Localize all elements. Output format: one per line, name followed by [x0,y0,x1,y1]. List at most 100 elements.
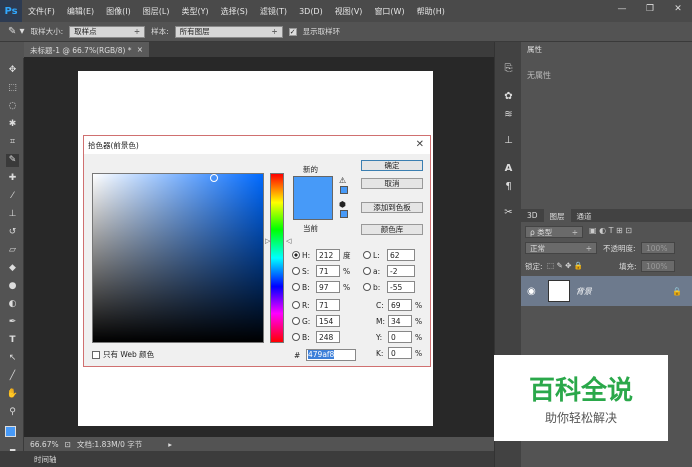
menu-filter[interactable]: 滤镜(T) [254,6,293,17]
paragraph-icon[interactable]: ¶ [502,180,515,193]
menu-window[interactable]: 窗口(W) [368,6,410,17]
lock-icons[interactable]: ⬚ ✎ ✥ 🔒 [547,261,583,270]
brush-preset-icon[interactable]: ≋ [502,108,515,121]
blend-mode-select[interactable]: 正常 ÷ [525,242,597,254]
menu-select[interactable]: 选择(S) [215,6,254,17]
move-tool-icon[interactable]: ✥ [6,64,19,77]
s-radio[interactable] [292,267,300,275]
blue-input[interactable]: 248 [316,331,340,343]
foreground-color-swatch[interactable] [5,426,16,437]
export-icon[interactable]: ⊡ [65,440,71,449]
cancel-button[interactable]: 取消 [361,178,423,189]
fill-input[interactable]: 100% [641,260,675,272]
slider-left-arrow-icon[interactable]: ▷ [265,237,270,245]
clone-source-icon[interactable]: ⊥ [502,134,515,147]
history-brush-tool-icon[interactable]: ↺ [6,226,19,239]
current-color-swatch[interactable] [293,198,333,220]
m-input[interactable]: 34 [388,315,412,327]
l-input[interactable]: 62 [387,249,415,261]
menu-3d[interactable]: 3D(D) [293,7,329,16]
magic-wand-tool-icon[interactable]: ✱ [6,118,19,131]
c-input[interactable]: 69 [388,299,412,311]
arrow-right-icon[interactable]: ▸ [168,440,172,449]
web-only-checkbox[interactable] [92,350,100,359]
a-radio[interactable] [363,267,371,275]
character-icon[interactable]: A [502,162,515,175]
eraser-tool-icon[interactable]: ▱ [6,244,19,257]
healing-brush-tool-icon[interactable]: ✚ [6,172,19,185]
b-input[interactable]: 97 [316,281,340,293]
menu-edit[interactable]: 编辑(E) [61,6,100,17]
show-ring-checkbox[interactable]: ✓ [288,27,297,36]
sample-select[interactable]: 所有图层 ÷ [174,25,283,38]
color-libraries-button[interactable]: 颜色库 [361,224,423,235]
gamut-color-swatch[interactable] [340,186,348,194]
blue-radio[interactable] [292,333,300,341]
hand-tool-icon[interactable]: ✋ [6,388,19,401]
web-safe-color-swatch[interactable] [340,210,348,218]
tab-layers[interactable]: 图层 [543,209,571,222]
dodge-tool-icon[interactable]: ◐ [6,298,19,311]
restore-button[interactable]: ❐ [636,0,664,18]
slider-right-arrow-icon[interactable]: ◁ [286,237,291,245]
h-input[interactable]: 212 [316,249,340,261]
menu-view[interactable]: 视图(V) [329,6,369,17]
hue-slider[interactable] [270,173,284,343]
menu-help[interactable]: 帮助(H) [411,6,451,17]
s-input[interactable]: 71 [316,265,340,277]
g-input[interactable]: 154 [316,315,340,327]
add-to-swatches-button[interactable]: 添加到色板 [361,202,423,213]
pen-tool-icon[interactable]: ✒ [6,316,19,329]
visibility-eye-icon[interactable]: ◉ [527,286,536,297]
menu-layer[interactable]: 图层(L) [137,6,176,17]
out-of-gamut-icon[interactable]: ⚠ [339,176,346,185]
web-safe-icon[interactable]: ⬢ [339,200,346,209]
eyedropper-tool-icon[interactable]: ✎ [6,154,19,167]
opacity-input[interactable]: 100% [641,242,675,254]
hex-input[interactable]: 479af8 [306,349,356,361]
line-tool-icon[interactable]: ╱ [6,370,19,383]
menu-type[interactable]: 类型(Y) [175,6,214,17]
b-radio[interactable] [292,283,300,291]
paint-bucket-tool-icon[interactable]: ◆ [6,262,19,275]
brush-tool-icon[interactable]: ⁄ [6,190,19,203]
r-input[interactable]: 71 [316,299,340,311]
layer-filter-select[interactable]: ρ 类型 ÷ [525,226,583,238]
minimize-button[interactable]: — [608,0,636,18]
menu-image[interactable]: 图像(I) [100,6,137,17]
r-radio[interactable] [292,301,300,309]
tab-channels[interactable]: 通道 [570,209,598,222]
zoom-level[interactable]: 66.67% [30,440,59,449]
layer-row[interactable]: ◉ 背景 🔒 [521,276,692,306]
document-tab[interactable]: 未标题-1 @ 66.7%(RGB/8) * × [24,42,149,57]
tab-3d[interactable]: 3D [521,209,544,222]
lab-b-input[interactable]: -55 [387,281,415,293]
lasso-tool-icon[interactable]: ◌ [6,100,19,113]
close-icon[interactable]: ✕ [416,139,424,150]
menu-file[interactable]: 文件(F) [22,6,61,17]
y-input[interactable]: 0 [388,331,412,343]
lab-b-radio[interactable] [363,283,371,291]
close-button[interactable]: ✕ [664,0,692,18]
g-radio[interactable] [292,317,300,325]
crop-tool-icon[interactable]: ⌗ [6,136,19,149]
a-input[interactable]: -2 [387,265,415,277]
layer-filter-icons[interactable]: ▣ ◐ T ⊞ ⊡ [589,226,632,235]
blur-tool-icon[interactable]: ● [6,280,19,293]
path-selection-tool-icon[interactable]: ↖ [6,352,19,365]
ok-button[interactable]: 确定 [361,160,423,171]
tools-icon[interactable]: ✂ [502,206,515,219]
history-icon[interactable]: ⎘ [502,62,515,75]
color-field[interactable] [92,173,264,343]
zoom-tool-icon[interactable]: ⚲ [6,406,19,419]
close-icon[interactable]: × [137,45,143,54]
marquee-tool-icon[interactable]: ⬚ [6,82,19,95]
l-radio[interactable] [363,251,371,259]
color-field-cursor[interactable] [210,174,218,182]
type-tool-icon[interactable]: T [6,334,19,347]
adjustments-icon[interactable]: ✿ [502,90,515,103]
timeline-label[interactable]: 时间轴 [34,454,57,465]
k-input[interactable]: 0 [388,347,412,359]
clone-stamp-tool-icon[interactable]: ⊥ [6,208,19,221]
h-radio[interactable] [292,251,300,259]
